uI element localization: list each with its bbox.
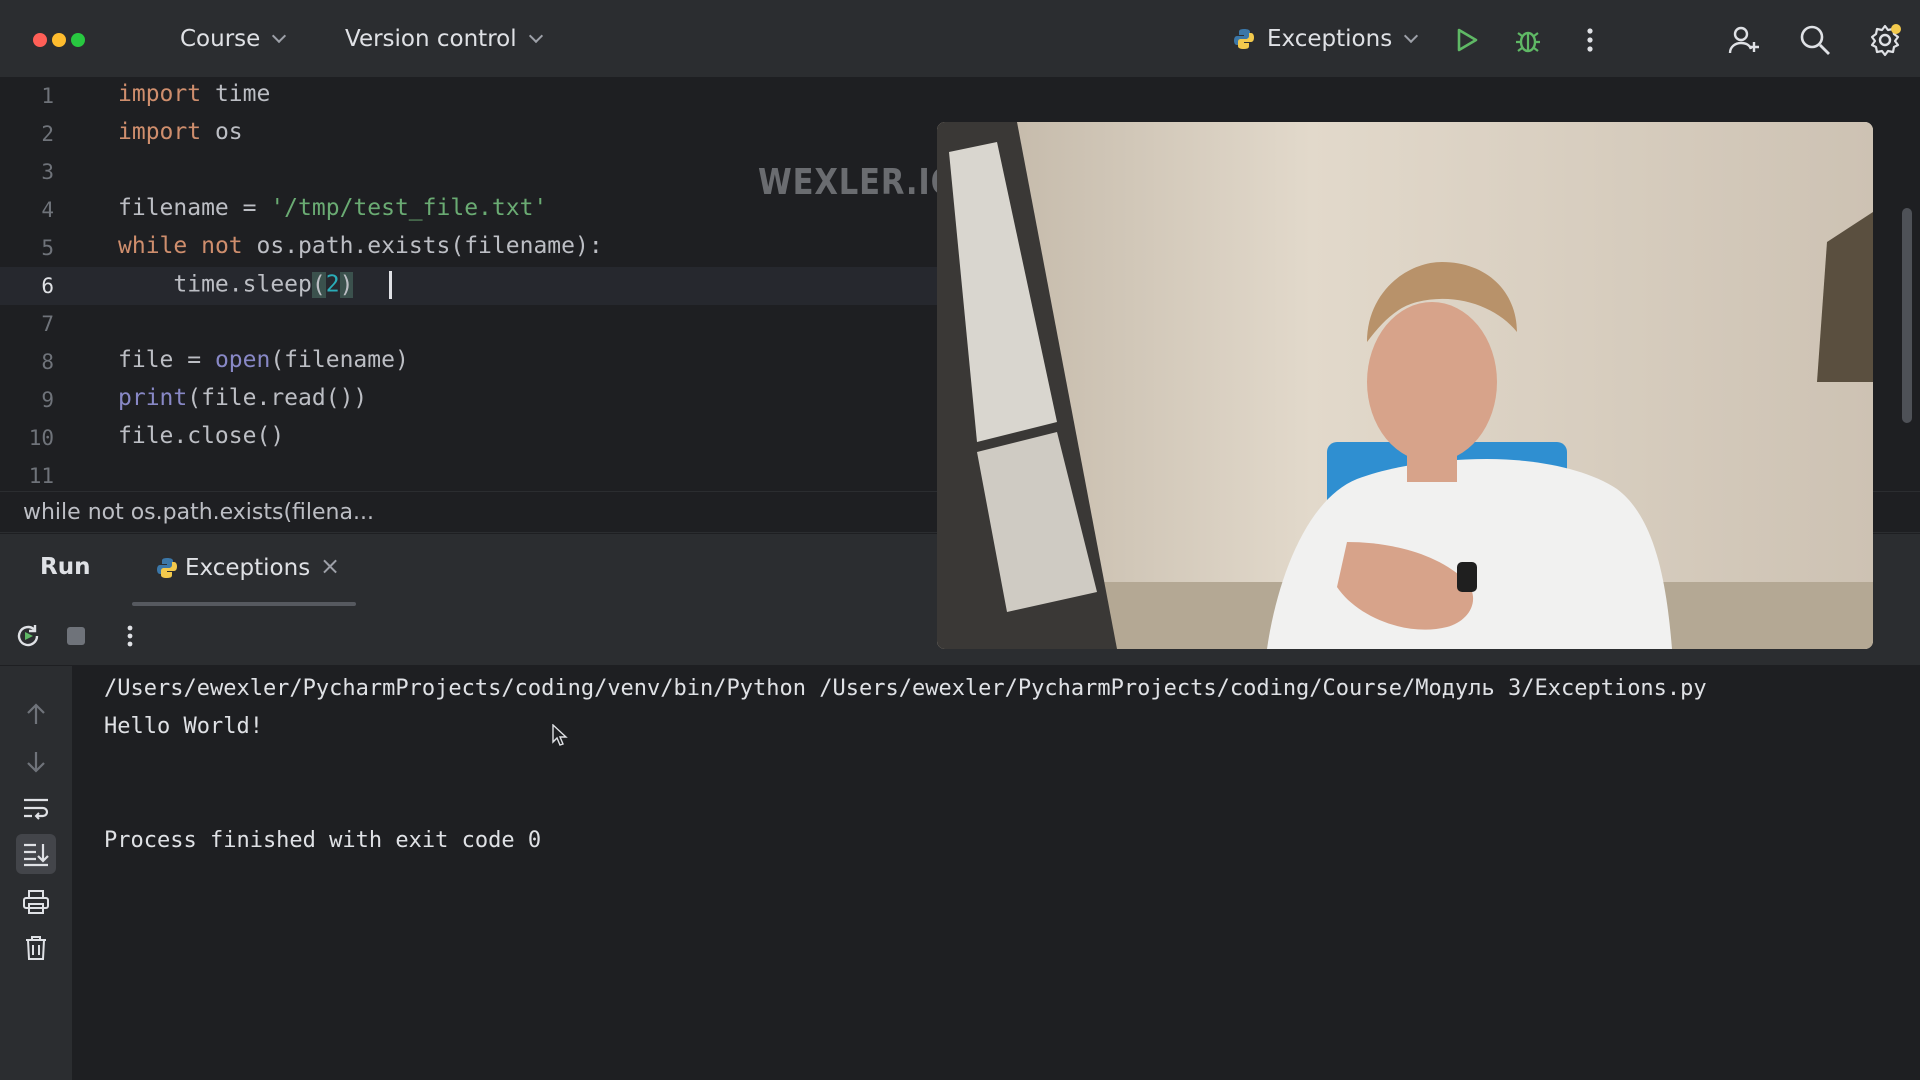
line-number: 11 [28,464,54,488]
chevron-down-icon [1404,28,1419,44]
line-number: 2 [41,122,54,146]
version-control-menu[interactable]: Version control [345,22,543,56]
print-button[interactable] [16,882,56,922]
more-actions-button[interactable] [1570,20,1610,60]
window-close-button[interactable] [33,33,47,47]
debug-button[interactable] [1508,20,1548,60]
soft-wrap-button[interactable] [16,788,56,828]
more-icon [1587,28,1593,52]
line-number: 9 [41,388,54,412]
course-menu[interactable]: Course [180,22,287,56]
rerun-button[interactable] [10,618,46,654]
code-line-1[interactable]: import time [118,81,270,107]
search-icon [1800,25,1830,55]
version-control-label: Version control [345,26,517,52]
scroll-up-button[interactable] [16,694,56,734]
console-side-toolbar [0,666,72,1080]
rerun-icon [17,625,39,647]
window-maximize-button[interactable] [71,33,85,47]
scroll-down-button[interactable] [16,742,56,782]
search-button[interactable] [1795,20,1835,60]
code-line-2[interactable]: import os [118,119,243,145]
close-tab-button[interactable]: × [320,552,340,580]
run-config-selector[interactable]: Exceptions [1233,22,1419,56]
run-console-output[interactable]: /Users/ewexler/PycharmProjects/coding/ve… [72,666,1920,1080]
title-bar: Course Version control Exceptions [0,0,1920,78]
trash-icon [26,936,46,960]
more-icon [127,625,133,647]
python-icon [1233,28,1255,50]
course-menu-label: Course [180,26,261,52]
tab-exceptions-label: Exceptions [185,555,311,581]
line-number-active: 6 [41,274,54,298]
print-icon [23,890,49,914]
settings-button[interactable] [1865,20,1905,60]
tab-exceptions[interactable]: Exceptions × [132,534,356,606]
line-number: 10 [28,426,54,450]
line-number-gutter: 1 2 3 4 5 6 7 8 9 10 11 [0,78,100,491]
arrow-down-icon [27,752,45,773]
code-line-9[interactable]: print(file.read()) [118,385,367,411]
code-line-4[interactable]: filename = '/tmp/test_file.txt' [118,195,547,221]
settings-icon [1870,24,1901,57]
mouse-cursor-icon [552,724,568,746]
run-icon [1457,28,1478,52]
breadcrumb-item[interactable]: while not os.path.exists(filena... [23,500,374,525]
run-button[interactable] [1446,20,1486,60]
text-caret [389,271,393,299]
webcam-image [937,122,1873,649]
arrow-up-icon [27,703,45,724]
stop-icon [67,627,85,645]
more-options-button[interactable] [112,618,148,654]
console-line-exit: Process finished with exit code 0 [104,828,542,853]
watermark-logo: WEXLER.IO [758,162,958,203]
code-line-8[interactable]: file = open(filename) [118,347,409,373]
debug-icon [1516,31,1540,53]
webcam-video-overlay [937,122,1873,649]
line-number: 7 [41,312,54,336]
code-line-6[interactable]: time.sleep(2) [118,271,393,299]
line-number: 8 [41,350,54,374]
scroll-to-end-icon [24,843,49,867]
line-number: 5 [41,236,54,260]
console-line-output: Hello World! [104,714,263,739]
python-icon [156,557,178,583]
scroll-to-end-button[interactable] [16,834,56,874]
add-user-button[interactable] [1724,20,1764,60]
chevron-down-icon [272,28,287,44]
stop-button[interactable] [58,618,94,654]
clear-all-button[interactable] [16,928,56,968]
add-user-icon [1728,26,1759,54]
soft-wrap-icon [24,798,49,820]
console-line-command: /Users/ewexler/PycharmProjects/coding/ve… [104,676,1707,701]
line-number: 1 [41,84,54,108]
code-line-5[interactable]: while not os.path.exists(filename): [118,233,603,259]
code-line-10[interactable]: file.close() [118,423,284,449]
line-number: 4 [41,198,54,222]
run-tool-window-title: Run [40,554,91,580]
run-config-label: Exceptions [1267,26,1393,52]
chevron-down-icon [528,28,543,44]
editor-scrollbar[interactable] [1902,208,1912,423]
window-minimize-button[interactable] [52,33,66,47]
line-number: 3 [41,160,54,184]
